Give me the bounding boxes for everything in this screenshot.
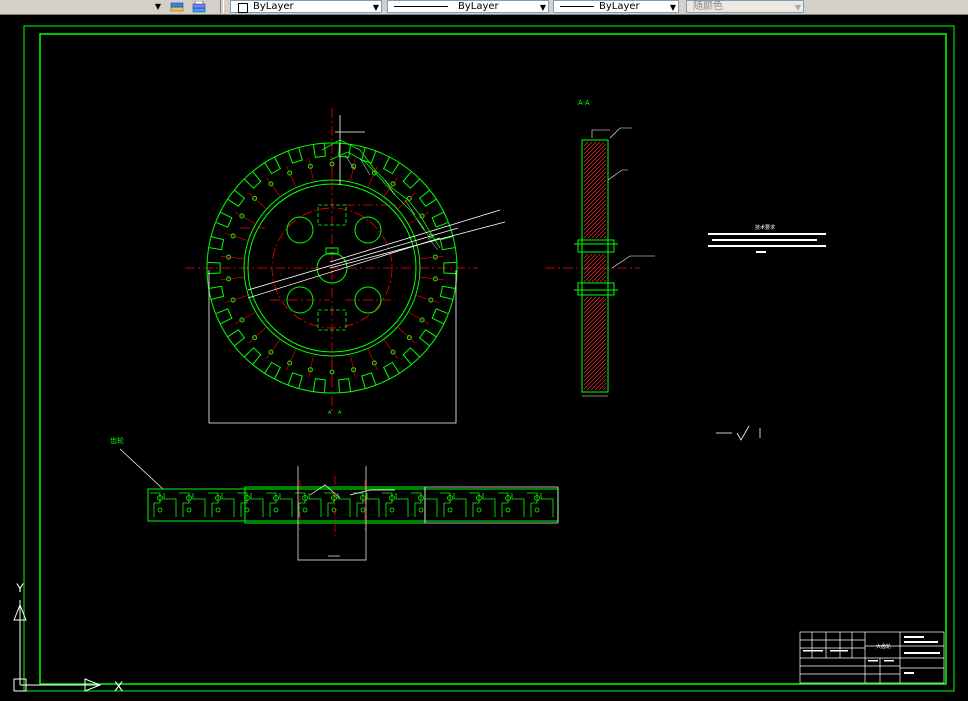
color-control-label: ByLayer: [253, 1, 294, 12]
title-block-name: 大齿轮: [876, 643, 891, 650]
layer-previous-icon[interactable]: [192, 0, 206, 13]
linetype-control-label: ByLayer: [458, 1, 499, 12]
color-swatch-icon: [238, 3, 248, 13]
chevron-down-icon[interactable]: ▼: [540, 2, 546, 13]
lineweight-control[interactable]: ByLayer ▼: [553, 0, 679, 13]
svg-text:A: A: [328, 410, 332, 416]
drawing-canvas[interactable]: A A A-A 技术要求 齿轮 Y X 大齿轮: [0, 14, 968, 696]
lineweight-control-label: ByLayer: [599, 1, 640, 12]
ucs-x-label: X: [114, 678, 124, 694]
chevron-down-icon[interactable]: ▼: [795, 2, 801, 13]
chevron-down-icon[interactable]: ▼: [373, 2, 379, 13]
plotstyle-control-label: 随颜色: [693, 1, 723, 12]
linetype-preview-icon: [394, 6, 448, 7]
properties-toolbar: ▼ ByLayer ▼ ByLayer ▼ ByLayer ▼ 随颜色 ▼: [0, 0, 968, 15]
linetype-control[interactable]: ByLayer ▼: [387, 0, 549, 13]
tech-req-title: 技术要求: [755, 224, 775, 231]
layer-dropdown[interactable]: ▼: [0, 0, 165, 13]
plotstyle-control[interactable]: 随颜色 ▼: [686, 0, 804, 13]
section-label: A-A: [578, 100, 590, 107]
toolbar-separator: [220, 0, 224, 13]
ucs-y-label: Y: [16, 581, 24, 595]
tooth-strip-development: 齿轮: [110, 436, 559, 561]
gear-front-view: A A: [185, 108, 506, 424]
technical-requirements: 技术要求: [708, 224, 826, 441]
svg-text:A: A: [338, 410, 342, 416]
drawing-border: [23, 25, 955, 692]
chevron-down-icon[interactable]: ▼: [155, 1, 161, 12]
layer-states-icon[interactable]: [170, 0, 184, 12]
ucs-icon: Y X: [13, 581, 124, 694]
section-view-a-a: A-A: [545, 100, 655, 397]
title-block: 大齿轮: [799, 631, 945, 684]
part-label: 齿轮: [110, 436, 124, 445]
chevron-down-icon[interactable]: ▼: [670, 2, 676, 13]
lineweight-preview-icon: [560, 6, 594, 7]
color-control[interactable]: ByLayer ▼: [230, 0, 382, 13]
